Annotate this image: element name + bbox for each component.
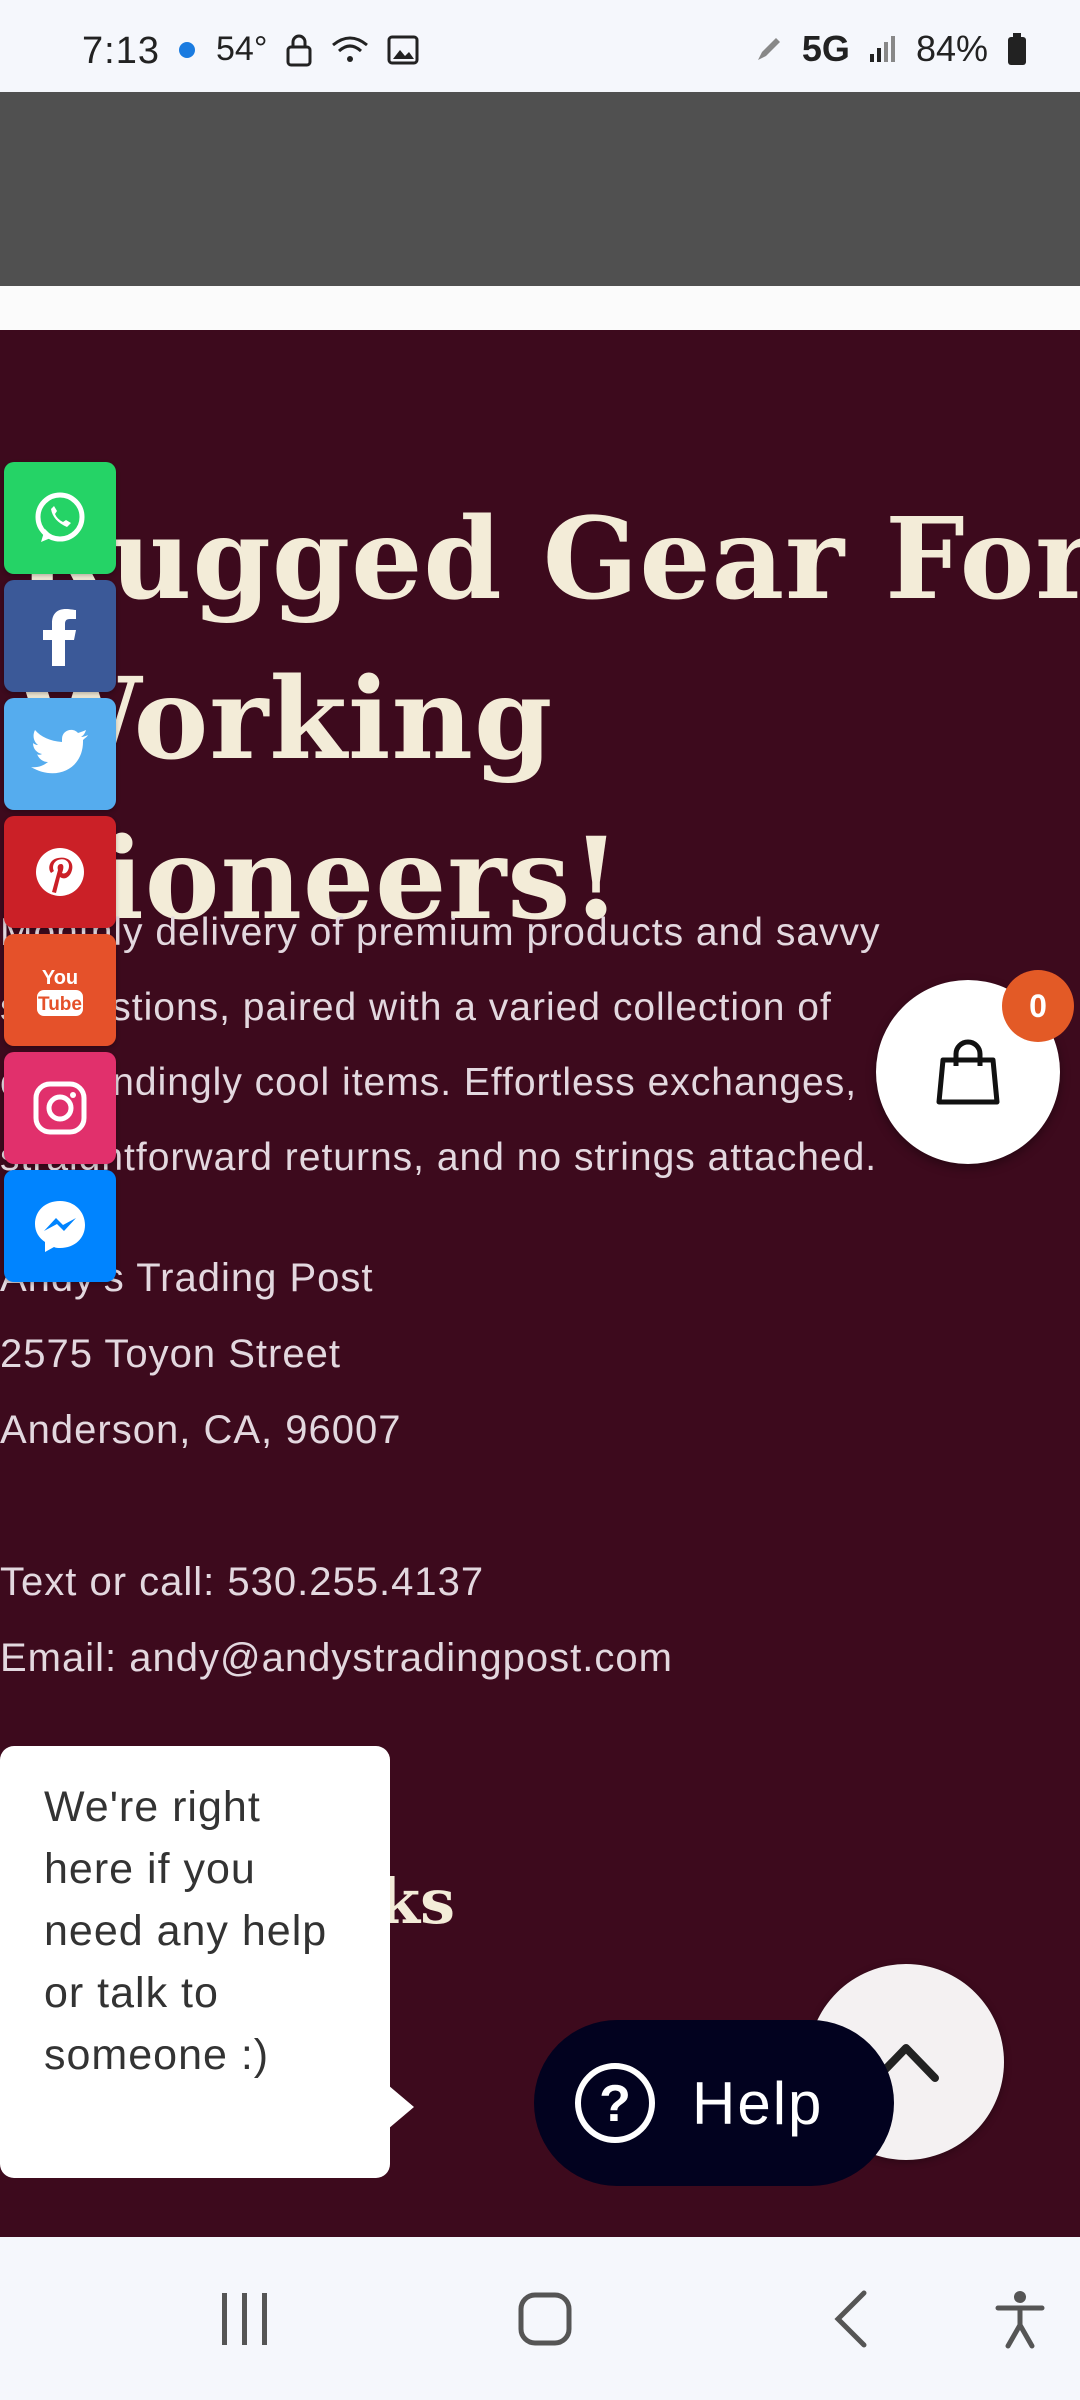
status-temperature: 54° bbox=[216, 30, 268, 68]
header-divider bbox=[0, 286, 1080, 330]
network-type: 5G bbox=[801, 28, 850, 69]
help-chat-bubble[interactable]: We're right here if you need any help or… bbox=[0, 1746, 390, 2178]
contact-address: Andy's Trading Post 2575 Toyon Street An… bbox=[0, 1240, 1000, 1696]
pencil-icon bbox=[757, 38, 780, 60]
svg-text:You: You bbox=[42, 967, 78, 989]
city-address: Anderson, CA, 96007 bbox=[0, 1408, 402, 1452]
facebook-icon bbox=[43, 609, 76, 666]
signal-icon bbox=[869, 36, 895, 62]
lock-icon bbox=[286, 34, 312, 66]
wifi-icon bbox=[332, 36, 369, 62]
home-icon bbox=[518, 2292, 572, 2345]
svg-text:?: ? bbox=[599, 2075, 631, 2133]
business-name: Andy's Trading Post bbox=[0, 1256, 374, 1300]
pinterest-icon bbox=[36, 848, 84, 896]
messenger-button[interactable] bbox=[4, 1170, 116, 1282]
help-button[interactable]: ? Help bbox=[534, 2020, 894, 2186]
accessibility-icon bbox=[995, 2290, 1045, 2348]
back-button[interactable] bbox=[805, 2237, 895, 2400]
chat-bubble-text: We're right here if you need any help or… bbox=[44, 1783, 328, 2079]
hero-description: Monthly delivery of premium products and… bbox=[0, 911, 881, 1179]
shopping-bag-icon bbox=[936, 1039, 1000, 1105]
address-spacer bbox=[0, 1468, 1000, 1544]
android-navigation-bar bbox=[0, 2237, 1080, 2400]
question-mark-icon: ? bbox=[575, 2063, 655, 2143]
twitter-button[interactable] bbox=[4, 698, 116, 810]
hero-title: Rugged Gear For Working Pioneers! bbox=[16, 480, 1080, 960]
image-icon bbox=[387, 35, 419, 64]
recent-apps-button[interactable] bbox=[200, 2237, 290, 2400]
status-time: 7:13 bbox=[82, 30, 160, 72]
status-notification-icons: 54° bbox=[176, 30, 419, 69]
recent-apps-icon bbox=[222, 2292, 267, 2345]
email-text[interactable]: Email: andy@andystradingpost.com bbox=[0, 1620, 1000, 1696]
street-address: 2575 Toyon Street bbox=[0, 1332, 341, 1376]
back-chevron-icon bbox=[834, 2290, 867, 2347]
youtube-icon: You Tube bbox=[37, 967, 83, 1016]
facebook-button[interactable] bbox=[4, 580, 116, 692]
home-button[interactable] bbox=[500, 2237, 590, 2400]
cart-count-badge: 0 bbox=[1002, 970, 1074, 1042]
phone-text[interactable]: Text or call: 530.255.4137 bbox=[0, 1544, 1000, 1620]
whatsapp-icon bbox=[35, 492, 85, 542]
accessibility-button[interactable] bbox=[980, 2237, 1060, 2400]
status-bar: 7:13 54° 5G 84% bbox=[0, 0, 1080, 92]
messenger-icon bbox=[35, 1201, 85, 1252]
battery-percentage: 84% bbox=[915, 28, 988, 69]
twitter-icon bbox=[31, 729, 88, 774]
pinterest-button[interactable] bbox=[4, 816, 116, 928]
svg-text:Tube: Tube bbox=[38, 994, 82, 1015]
site-header-banner bbox=[0, 92, 1080, 286]
instagram-icon bbox=[33, 1081, 87, 1135]
youtube-button[interactable]: You Tube bbox=[4, 934, 116, 1046]
weather-icon bbox=[179, 41, 195, 58]
whatsapp-button[interactable] bbox=[4, 462, 116, 574]
chat-bubble-tail bbox=[388, 2085, 414, 2129]
battery-icon bbox=[1008, 33, 1026, 65]
hero-title-line1: Rugged Gear For bbox=[16, 494, 1080, 625]
help-button-label: Help bbox=[692, 2069, 824, 2137]
instagram-button[interactable] bbox=[4, 1052, 116, 1164]
status-system-icons: 5G 84% bbox=[754, 28, 1028, 70]
